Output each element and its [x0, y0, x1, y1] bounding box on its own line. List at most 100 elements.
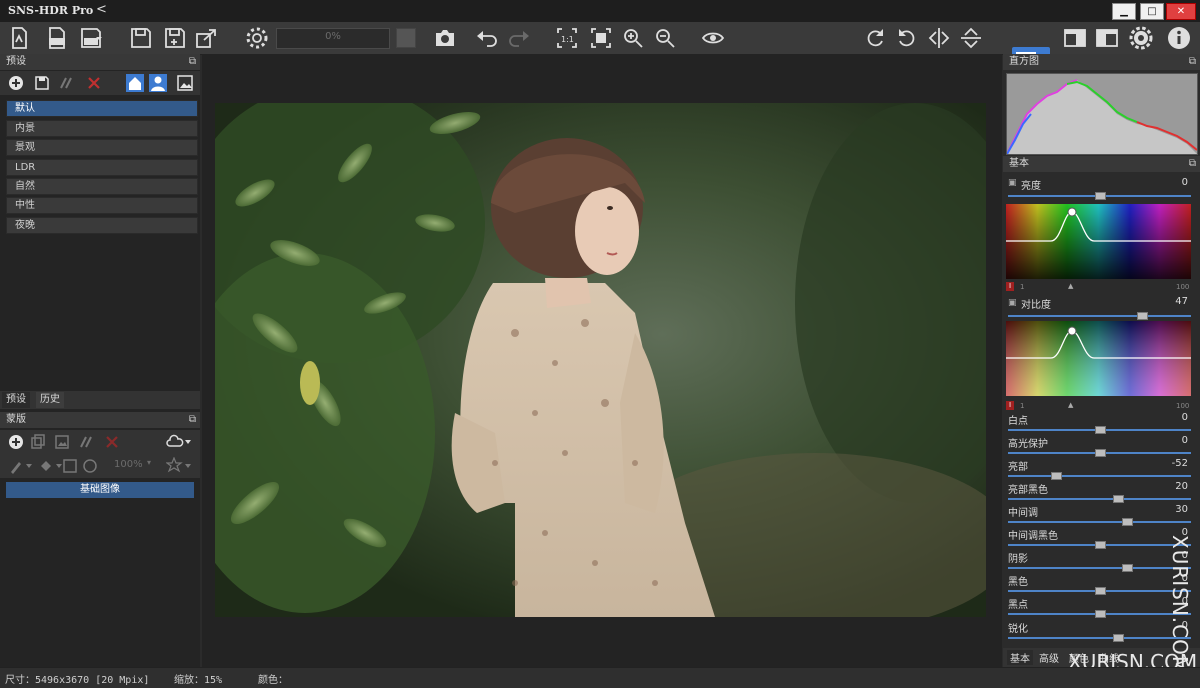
undock-icon[interactable]: ⧉ — [189, 54, 196, 70]
adjustment-value: 20 — [1175, 481, 1188, 492]
rotate-right-icon[interactable] — [862, 25, 888, 51]
adjustment-highlights-black: 亮部黑色 20 — [1003, 481, 1200, 504]
image-canvas[interactable] — [202, 54, 1002, 667]
preferences-gear-icon[interactable] — [1128, 25, 1154, 51]
home-presets-icon[interactable] — [126, 74, 144, 92]
tab-presets[interactable]: 预设 — [2, 392, 30, 408]
mask-opacity-value[interactable]: 100% — [114, 459, 143, 470]
mask-list-item-base-image[interactable]: 基础图像 — [6, 482, 194, 498]
ellipse-tool-icon[interactable] — [82, 458, 98, 474]
chevron-left-icon[interactable]: < — [96, 2, 107, 17]
open-sns-icon[interactable] — [44, 25, 70, 51]
undock-icon[interactable]: ⧉ — [189, 412, 196, 428]
adjustment-track[interactable] — [1008, 567, 1191, 569]
collapse-square-icon[interactable]: ▣ — [1008, 178, 1017, 188]
stop-button[interactable] — [396, 28, 416, 48]
minimize-button[interactable]: ▁ — [1112, 3, 1136, 20]
undock-icon[interactable]: ⧉ — [1189, 156, 1196, 172]
adjustment-slider-thumb[interactable] — [1095, 541, 1106, 549]
adjustment-slider-thumb[interactable] — [1095, 610, 1106, 618]
contrast-slider-thumb[interactable] — [1137, 312, 1149, 320]
preset-item-interior[interactable]: 内景 — [6, 120, 198, 137]
contrast-track[interactable] — [1008, 315, 1191, 317]
collapse-square-icon[interactable]: ▣ — [1008, 298, 1017, 308]
adjustment-slider-thumb[interactable] — [1095, 426, 1106, 434]
star-dropdown-icon[interactable] — [166, 457, 194, 475]
add-preset-icon[interactable] — [8, 75, 24, 91]
layout-split-icon[interactable] — [1094, 25, 1120, 51]
redo-icon[interactable] — [506, 25, 532, 51]
zoom-status: 缩放：15% — [174, 675, 223, 686]
add-mask-icon[interactable] — [8, 434, 24, 450]
adjustment-slider-thumb[interactable] — [1095, 587, 1106, 595]
adjustment-slider-thumb[interactable] — [1051, 472, 1063, 480]
settings-gear-icon[interactable] — [244, 25, 270, 51]
export-icon[interactable] — [194, 25, 220, 51]
fill-bucket-icon[interactable] — [38, 458, 64, 474]
adjustment-slider-thumb[interactable] — [1113, 495, 1125, 503]
contrast-curve[interactable] — [1006, 321, 1191, 396]
preset-item-natural[interactable]: 自然 — [6, 178, 198, 195]
basic-title: 基本 — [1009, 158, 1029, 169]
preset-item-night[interactable]: 夜晚 — [6, 217, 198, 234]
save-icon[interactable] — [128, 25, 154, 51]
zoom-in-icon[interactable] — [620, 25, 646, 51]
camera-icon[interactable] — [432, 25, 458, 51]
close-button[interactable]: ✕ — [1166, 3, 1196, 20]
cloud-dropdown-icon[interactable] — [166, 434, 194, 450]
undock-icon[interactable]: ⧉ — [1189, 54, 1196, 70]
triangle-marker-icon[interactable]: ▲ — [1068, 282, 1073, 290]
preset-item-default[interactable]: 默认 — [6, 100, 198, 117]
range-marker-icon[interactable]: I — [1006, 401, 1014, 410]
maximize-button[interactable]: □ — [1140, 3, 1164, 20]
range-marker-icon[interactable]: I — [1006, 282, 1014, 291]
tab-advanced[interactable]: 高级 — [1039, 650, 1059, 665]
brightness-curve[interactable] — [1006, 204, 1191, 279]
zoom-actual-size-icon[interactable]: 1:1 — [554, 25, 580, 51]
tab-basic[interactable]: 基本 — [1007, 650, 1033, 665]
preset-item-ldr[interactable]: LDR — [6, 159, 198, 176]
brush-dropdown-icon[interactable] — [8, 458, 34, 474]
preview-eye-icon[interactable] — [700, 25, 726, 51]
adjustment-track[interactable] — [1008, 637, 1191, 639]
delete-preset-icon[interactable] — [86, 75, 102, 91]
thumbnail-view-icon[interactable] — [176, 74, 194, 92]
user-presets-icon[interactable] — [149, 74, 167, 92]
layout-panels-icon[interactable] — [1062, 25, 1088, 51]
adjustment-track[interactable] — [1008, 521, 1191, 523]
apply-preset-icon[interactable] — [58, 75, 74, 91]
flip-horizontal-icon[interactable] — [926, 25, 952, 51]
delete-mask-icon[interactable] — [104, 434, 120, 450]
adjustment-label: 锐化 — [1008, 624, 1028, 635]
brightness-slider-thumb[interactable] — [1095, 192, 1106, 200]
preset-item-neutral[interactable]: 中性 — [6, 197, 198, 214]
open-file-icon[interactable] — [6, 25, 32, 51]
image-size-status: 尺寸：5496x3670 [20 Mpix] — [5, 675, 150, 686]
zoom-out-icon[interactable] — [652, 25, 678, 51]
axis-min: 1 — [1020, 402, 1025, 410]
adjustment-slider-thumb[interactable] — [1095, 449, 1106, 457]
mask-image-icon[interactable] — [54, 434, 70, 450]
chevron-down-icon[interactable]: ▾ — [147, 458, 151, 467]
adjustment-slider-thumb[interactable] — [1122, 518, 1134, 526]
triangle-marker-icon[interactable]: ▲ — [1068, 401, 1073, 409]
duplicate-mask-icon[interactable] — [30, 434, 46, 450]
adjustment-slider-thumb[interactable] — [1122, 564, 1134, 572]
tab-history[interactable]: 历史 — [36, 392, 64, 408]
undo-icon[interactable] — [474, 25, 500, 51]
fit-to-screen-icon[interactable] — [588, 25, 614, 51]
save-preset-icon[interactable] — [34, 75, 50, 91]
info-icon[interactable] — [1166, 25, 1192, 51]
contrast-label: 对比度 — [1021, 300, 1051, 311]
adjustment-track[interactable] — [1008, 498, 1191, 500]
save-sns-dropdown-icon[interactable] — [78, 25, 104, 51]
apply-mask-icon[interactable] — [78, 434, 94, 450]
flip-vertical-icon[interactable] — [958, 25, 984, 51]
preset-item-landscape[interactable]: 景观 — [6, 139, 198, 156]
save-as-icon[interactable] — [162, 25, 188, 51]
adjustment-track[interactable] — [1008, 475, 1191, 477]
adjustment-label: 亮部黑色 — [1008, 485, 1048, 496]
adjustment-slider-thumb[interactable] — [1113, 634, 1125, 642]
rectangle-tool-icon[interactable] — [62, 458, 78, 474]
rotate-left-icon[interactable] — [894, 25, 920, 51]
